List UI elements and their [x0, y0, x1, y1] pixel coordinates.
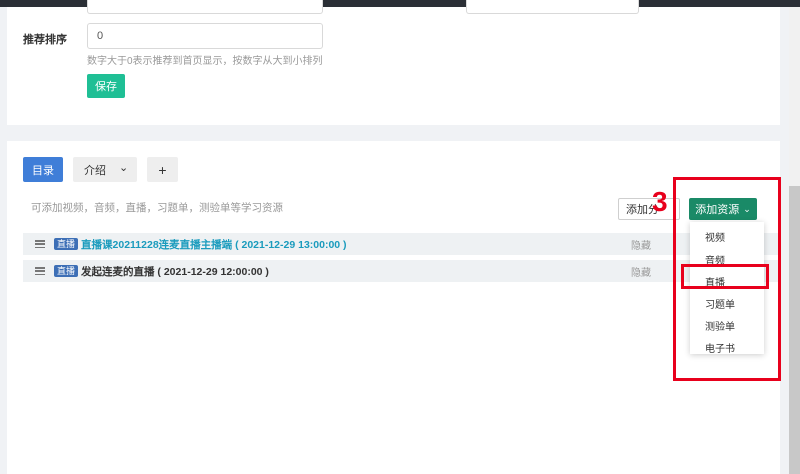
list-item-title[interactable]: 发起连麦的直播 ( 2021-12-29 12:00:00 ): [81, 264, 269, 279]
drag-handle-icon[interactable]: [35, 240, 45, 248]
add-tab-button[interactable]: +: [147, 157, 178, 182]
top-input-left[interactable]: [87, 0, 323, 14]
catalog-hint: 可添加视频，音频，直播，习题单，测验单等学习资源: [31, 202, 283, 214]
list-item[interactable]: 直播 直播课20211228连麦直播主播端 ( 2021-12-29 13:00…: [23, 233, 779, 255]
scrollbar-thumb[interactable]: [789, 186, 800, 474]
live-tag: 直播: [54, 238, 79, 250]
list-item[interactable]: 直播 发起连麦的直播 ( 2021-12-29 12:00:00 ) 隐藏: [23, 260, 779, 282]
list-item-title[interactable]: 直播课20211228连麦直播主播端 ( 2021-12-29 13:00:00…: [81, 237, 347, 252]
sort-hint: 数字大于0表示推荐到首页显示，按数字从大到小排列: [87, 56, 323, 67]
top-input-right[interactable]: [466, 0, 639, 14]
annotation-box-live: [681, 264, 769, 289]
tab-intro[interactable]: 介绍 ⌄: [73, 157, 137, 182]
tab-intro-label: 介绍: [84, 164, 106, 177]
list-item-status: 隐藏: [631, 240, 651, 252]
live-tag: 直播: [54, 265, 79, 277]
tab-catalog[interactable]: 目录: [23, 157, 63, 182]
sort-input-value: 0: [97, 30, 104, 42]
save-button[interactable]: 保存: [87, 74, 125, 98]
sort-input[interactable]: 0: [87, 23, 323, 49]
add-group-button[interactable]: 添加分: [618, 198, 680, 220]
chevron-down-icon: ⌄: [119, 162, 129, 174]
sort-label: 推荐排序: [23, 34, 67, 46]
drag-handle-icon[interactable]: [35, 267, 45, 275]
step-number-annotation: 3: [652, 186, 668, 217]
list-item-status: 隐藏: [631, 267, 651, 279]
